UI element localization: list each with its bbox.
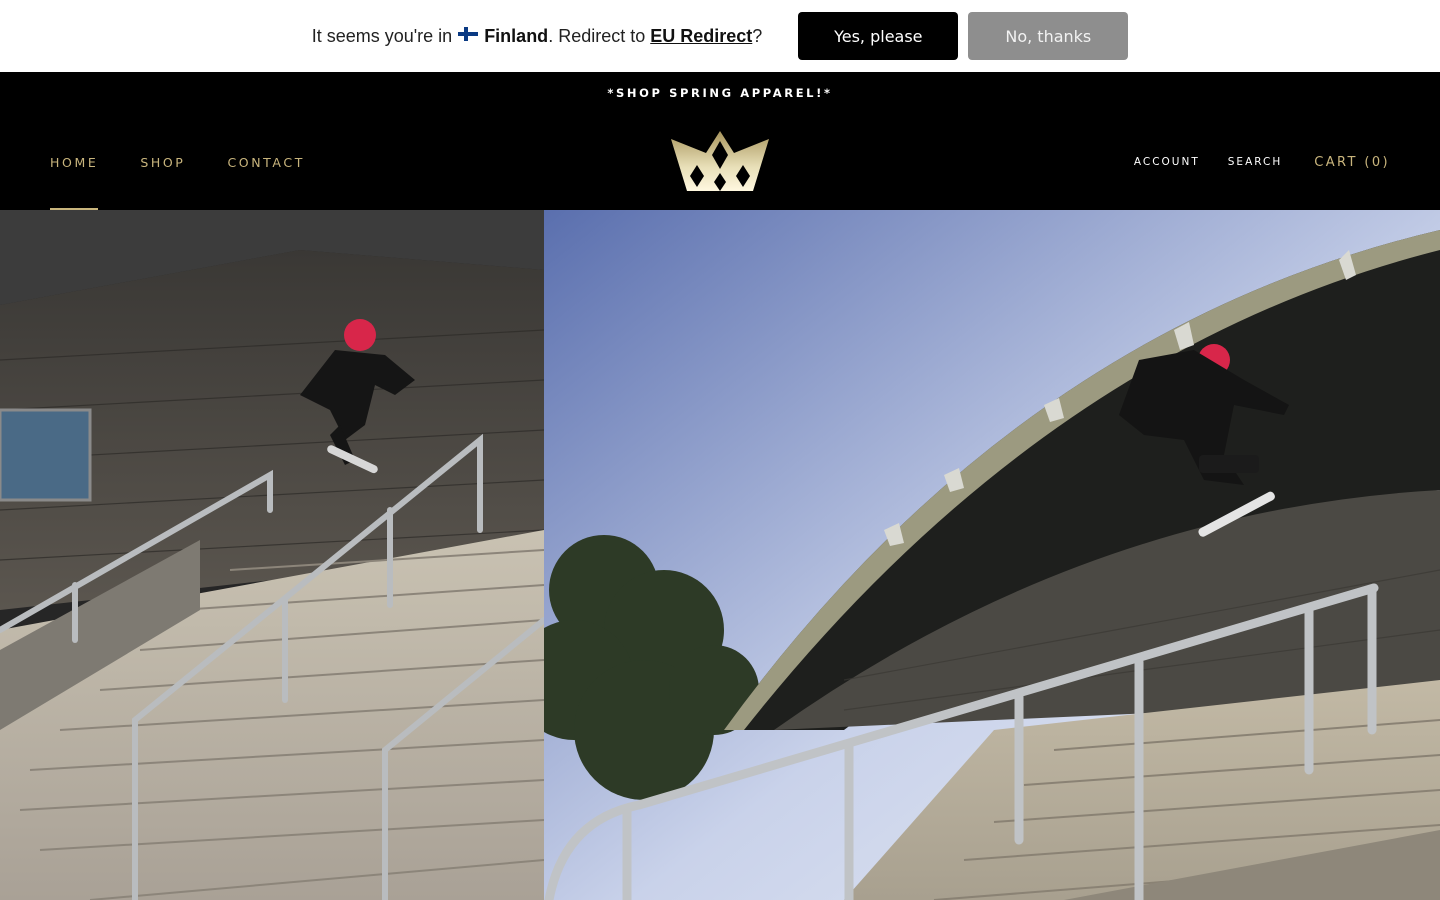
geo-middle: . Redirect to [548, 25, 646, 46]
site-header: HOME SHOP CONTACT ACCOUNT SEARCH CART (0… [0, 114, 1440, 210]
announcement-text[interactable]: *SHOP SPRING APPAREL!* [607, 86, 832, 100]
geo-prefix: It seems you're in [311, 25, 453, 46]
search-link[interactable]: SEARCH [1228, 156, 1282, 168]
cart-link[interactable]: CART (0) [1314, 155, 1390, 170]
redirect-no-button[interactable]: No, thanks [968, 12, 1129, 60]
account-link[interactable]: ACCOUNT [1134, 156, 1200, 168]
geo-country: Finland [484, 25, 549, 46]
utility-nav: ACCOUNT SEARCH CART (0) [1106, 114, 1390, 210]
nav-home[interactable]: HOME [50, 114, 99, 210]
skater-handrail-photo-right [544, 210, 1440, 900]
nav-contact[interactable]: CONTACT [227, 114, 304, 210]
finland-flag-icon [458, 27, 479, 41]
redirect-yes-button[interactable]: Yes, please [798, 12, 959, 60]
geo-message: It seems you're in Finland . Redirect to… [312, 26, 763, 47]
announcement-bar[interactable]: *SHOP SPRING APPAREL!* [0, 72, 1440, 114]
geo-redirect-link[interactable]: EU Redirect [650, 26, 752, 47]
hero-banner[interactable] [0, 210, 1440, 900]
main-nav: HOME SHOP CONTACT [50, 114, 347, 210]
geo-redirect-bar: It seems you're in Finland . Redirect to… [0, 0, 1440, 72]
nav-shop[interactable]: SHOP [140, 114, 185, 210]
geo-suffix: ? [752, 25, 763, 46]
skater-handrail-photo-left [0, 210, 544, 900]
crown-logo-icon[interactable] [669, 131, 771, 193]
